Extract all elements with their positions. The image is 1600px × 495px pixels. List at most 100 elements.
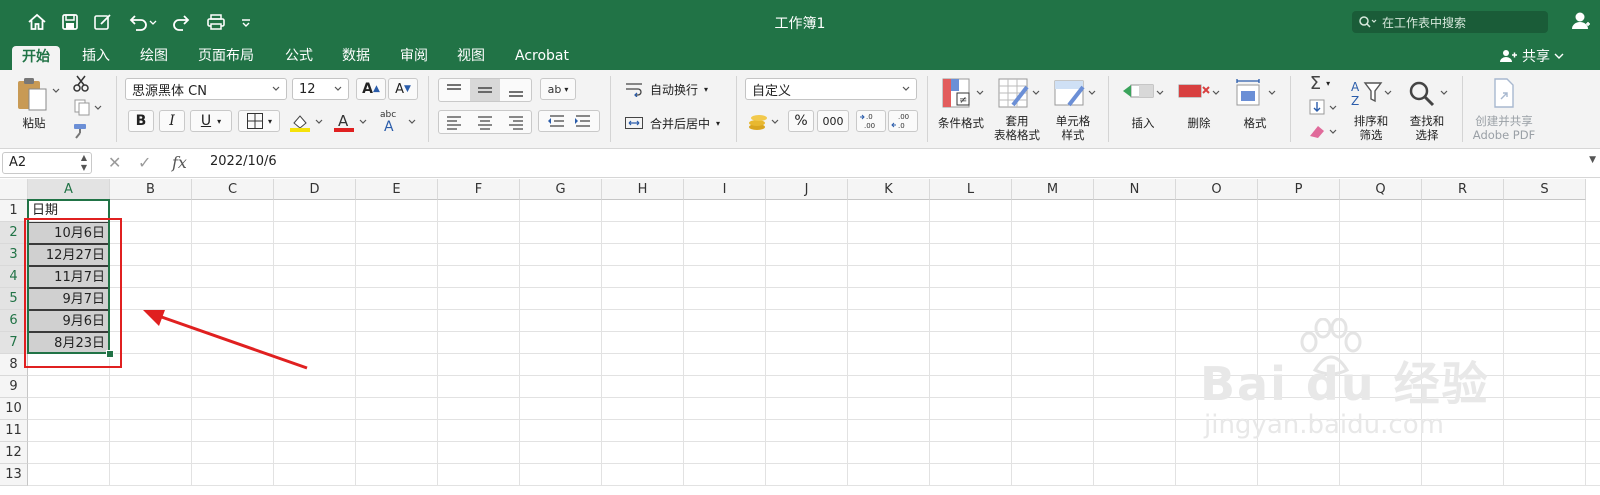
- tab-review[interactable]: 审阅: [390, 44, 438, 70]
- formula-input[interactable]: 2022/10/6: [210, 154, 277, 169]
- column-header-r[interactable]: R: [1422, 179, 1504, 200]
- font-size-select[interactable]: 12: [292, 78, 349, 100]
- cut-icon[interactable]: [70, 72, 92, 94]
- row-header-13[interactable]: 13: [0, 464, 28, 486]
- percent-button[interactable]: %: [788, 110, 814, 132]
- expand-formula-icon[interactable]: ▼: [1589, 155, 1596, 165]
- column-gridline: [765, 200, 766, 486]
- tab-draw[interactable]: 绘图: [130, 44, 178, 70]
- column-header-i[interactable]: I: [684, 179, 766, 200]
- cell-style-label: 单元格 样式: [1055, 114, 1091, 142]
- merge-center-button[interactable]: 合并后居中 ▾: [624, 112, 728, 134]
- svg-text:.0: .0: [898, 122, 905, 130]
- wrap-text-button[interactable]: 自动换行 ▾: [624, 78, 724, 100]
- clear-icon[interactable]: [1300, 120, 1340, 142]
- column-gridline: [1093, 200, 1094, 486]
- column-header-k[interactable]: K: [848, 179, 930, 200]
- column-gridline: [847, 200, 848, 486]
- row-header-9[interactable]: 9: [0, 376, 28, 398]
- copy-icon[interactable]: [70, 96, 104, 118]
- fill-color-icon[interactable]: [286, 110, 326, 134]
- column-header-o[interactable]: O: [1176, 179, 1258, 200]
- autosum-icon[interactable]: Σ ▾: [1300, 72, 1340, 94]
- column-header-n[interactable]: N: [1094, 179, 1176, 200]
- cell-style-icon[interactable]: [1050, 76, 1100, 112]
- italic-button[interactable]: I: [159, 110, 185, 132]
- name-box[interactable]: A2 ▲ ▼: [2, 152, 92, 174]
- edit-icon[interactable]: [90, 10, 116, 34]
- profile-icon[interactable]: [1570, 10, 1592, 35]
- row-header-12[interactable]: 12: [0, 442, 28, 464]
- increase-decimal-icon[interactable]: .0.00: [856, 110, 886, 132]
- name-box-stepper-icon[interactable]: ▲ ▼: [81, 153, 87, 173]
- print-icon[interactable]: [203, 10, 229, 34]
- column-header-m[interactable]: M: [1012, 179, 1094, 200]
- adobe-pdf-icon[interactable]: [1484, 76, 1524, 112]
- phonetic-icon[interactable]: abc A: [374, 106, 418, 136]
- column-header-q[interactable]: Q: [1340, 179, 1422, 200]
- tab-formulas[interactable]: 公式: [275, 44, 323, 70]
- tab-page-layout[interactable]: 页面布局: [188, 44, 264, 70]
- conditional-format-icon[interactable]: ≠: [938, 76, 988, 112]
- font-color-icon[interactable]: A: [330, 110, 370, 134]
- share-button[interactable]: 共享: [1500, 46, 1564, 66]
- tab-home[interactable]: 开始: [12, 46, 60, 70]
- format-cells-icon[interactable]: [1230, 76, 1280, 112]
- row-header-10[interactable]: 10: [0, 398, 28, 420]
- home-icon[interactable]: [24, 10, 50, 34]
- insert-cells-icon[interactable]: [1118, 76, 1168, 112]
- column-header-p[interactable]: P: [1258, 179, 1340, 200]
- column-header-s[interactable]: S: [1504, 179, 1586, 200]
- customize-icon[interactable]: [238, 10, 254, 34]
- chevron-down-icon[interactable]: [52, 88, 60, 94]
- increase-font-icon[interactable]: A ▲: [356, 78, 386, 100]
- column-header-c[interactable]: C: [192, 179, 274, 200]
- format-painter-icon[interactable]: [70, 120, 92, 142]
- wrap-text-label: 自动换行: [650, 82, 699, 97]
- orientation-icon[interactable]: ab ▾: [540, 78, 576, 100]
- column-header-l[interactable]: L: [930, 179, 1012, 200]
- tab-view[interactable]: 视图: [447, 44, 495, 70]
- accounting-icon[interactable]: [745, 110, 783, 134]
- number-format-select[interactable]: 自定义: [745, 78, 917, 100]
- cancel-icon[interactable]: ✕: [108, 153, 121, 172]
- bold-label: B: [135, 113, 147, 129]
- search-input[interactable]: 在工作表中搜索: [1382, 14, 1466, 31]
- tab-insert[interactable]: 插入: [72, 44, 120, 70]
- table-format-icon[interactable]: [994, 76, 1044, 112]
- column-header-e[interactable]: E: [356, 179, 438, 200]
- column-header-d[interactable]: D: [274, 179, 356, 200]
- comma-style-button[interactable]: 000: [817, 110, 849, 132]
- delete-cells-icon[interactable]: [1174, 76, 1224, 112]
- row-header-11[interactable]: 11: [0, 420, 28, 442]
- column-gridline: [1011, 200, 1012, 486]
- column-header-a[interactable]: A: [28, 179, 110, 200]
- chevron-down-icon: [334, 86, 342, 91]
- row-gridline: [28, 265, 1600, 266]
- font-name-select[interactable]: 思源黑体 CN: [125, 78, 287, 100]
- tab-acrobat[interactable]: Acrobat: [505, 44, 579, 70]
- bold-button[interactable]: B: [128, 110, 154, 132]
- redo-icon[interactable]: [169, 10, 195, 34]
- borders-icon[interactable]: ▾: [238, 110, 280, 132]
- decrease-font-icon[interactable]: A ▼: [388, 78, 418, 100]
- select-all-corner[interactable]: [0, 179, 28, 200]
- underline-button[interactable]: U ▾: [190, 110, 232, 132]
- decrease-decimal-icon[interactable]: .00.0: [888, 110, 918, 132]
- save-icon[interactable]: [57, 10, 83, 34]
- search-box[interactable]: 在工作表中搜索: [1352, 11, 1548, 33]
- fill-icon[interactable]: [1300, 96, 1340, 118]
- column-header-b[interactable]: B: [110, 179, 192, 200]
- column-header-f[interactable]: F: [438, 179, 520, 200]
- undo-icon[interactable]: [126, 10, 158, 34]
- tab-data[interactable]: 数据: [332, 44, 380, 70]
- paste-icon[interactable]: [10, 74, 54, 114]
- sort-filter-icon[interactable]: AZ: [1346, 76, 1396, 112]
- enter-icon[interactable]: ✓: [138, 153, 151, 172]
- column-header-h[interactable]: H: [602, 179, 684, 200]
- insert-function-button[interactable]: fx: [172, 153, 187, 172]
- column-header-j[interactable]: J: [766, 179, 848, 200]
- column-header-g[interactable]: G: [520, 179, 602, 200]
- column-gridline: [437, 200, 438, 486]
- find-select-icon[interactable]: [1402, 76, 1452, 112]
